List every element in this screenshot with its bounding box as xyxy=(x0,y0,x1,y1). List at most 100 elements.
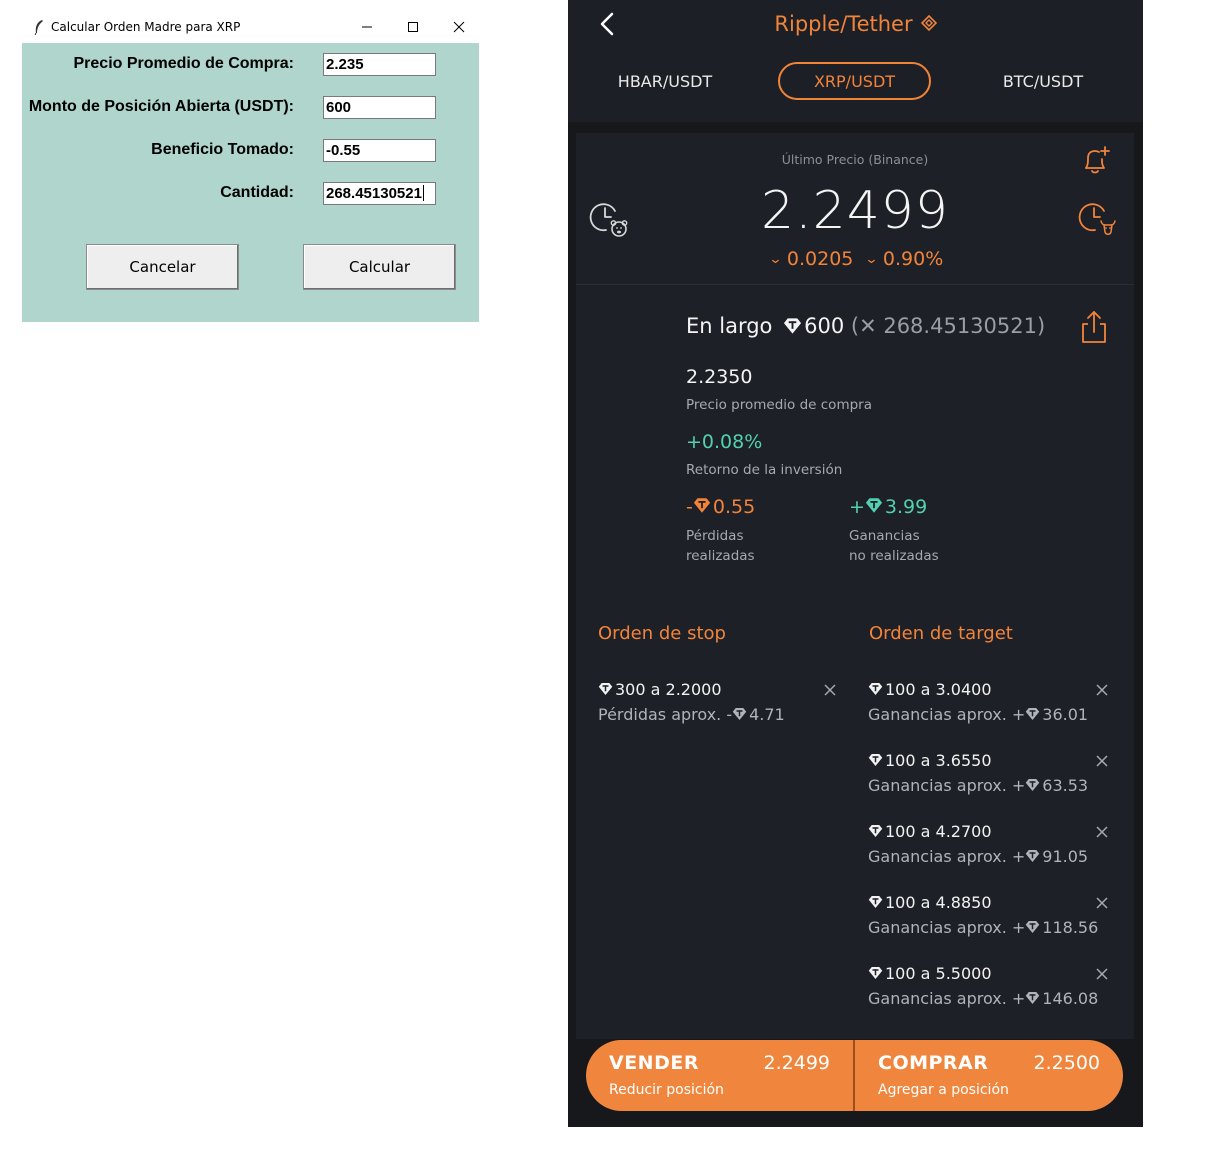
profit-taken-label: Beneficio Tomado: xyxy=(151,141,294,158)
sell-subtitle: Reducir posición xyxy=(609,1082,724,1098)
trade-actions: VENDER 2.2499 Reducir posición COMPRAR 2… xyxy=(586,1040,1123,1111)
quantity-value: 268.45130521 xyxy=(326,185,422,202)
tab-btc-usdt[interactable]: BTC/USDT xyxy=(968,62,1118,100)
diamond-dropdown-icon xyxy=(920,15,937,31)
remove-target-order-icon[interactable] xyxy=(1095,683,1109,697)
target-order-text: 100 a 4.8850 xyxy=(885,893,992,912)
stop-order-estimate: 4.71 xyxy=(749,705,785,724)
tether-gem-icon xyxy=(732,708,747,720)
tether-gem-icon xyxy=(784,318,802,334)
target-order-item[interactable]: 100 a 3.6550 Ganancias aprox. + 63.53 xyxy=(868,751,1088,795)
chevron-down-icon: ⌄ xyxy=(864,252,879,267)
target-order-estimate-label: Ganancias aprox. + xyxy=(868,776,1026,795)
stop-order-estimate-label: Pérdidas aprox. - xyxy=(598,705,733,724)
target-order-item[interactable]: 100 a 3.0400 Ganancias aprox. + 36.01 xyxy=(868,680,1088,724)
unrealized-pnl-caption-1: Ganancias xyxy=(849,528,920,544)
remove-target-order-icon[interactable] xyxy=(1095,754,1109,768)
remove-stop-order-icon[interactable] xyxy=(823,683,837,697)
pair-title-text: Ripple/Tether xyxy=(774,12,913,36)
target-order-estimate: 146.08 xyxy=(1042,989,1099,1008)
target-order-text: 100 a 4.2700 xyxy=(885,822,992,841)
price-change-pct-value: 0.90% xyxy=(882,248,944,270)
target-order-estimate: 63.53 xyxy=(1042,776,1089,795)
bull-clock-icon[interactable] xyxy=(1078,199,1120,241)
tether-gem-icon xyxy=(868,896,883,908)
remove-target-order-icon[interactable] xyxy=(1095,825,1109,839)
dialog-body: Precio Promedio de Compra: 2.235 Monto d… xyxy=(22,43,479,322)
quantity-label: Cantidad: xyxy=(220,184,294,201)
tab-hbar-usdt[interactable]: HBAR/USDT xyxy=(590,62,740,100)
close-button[interactable] xyxy=(436,10,482,43)
share-icon[interactable] xyxy=(1079,309,1109,345)
stop-order-text: 300 a 2.2000 xyxy=(615,680,722,699)
target-order-estimate-label: Ganancias aprox. + xyxy=(868,847,1026,866)
chevron-down-icon: ⌄ xyxy=(768,252,783,267)
avg-price-label: Precio Promedio de Compra: xyxy=(73,55,295,72)
trading-app-screen: Ripple/Tether HBAR/USDT XRP/USDT BTC/USD… xyxy=(568,0,1143,1127)
position-card: Último Precio (Binance) 2.2499 ⌄ 0.0205 ⌄… xyxy=(576,133,1134,1039)
target-order-item[interactable]: 100 a 4.2700 Ganancias aprox. + 91.05 xyxy=(868,822,1088,866)
position-amount: 600 xyxy=(804,314,845,338)
target-order-item[interactable]: 100 a 5.5000 Ganancias aprox. + 146.08 xyxy=(868,964,1098,1008)
unrealized-pnl-sign: + xyxy=(849,496,865,518)
tether-gem-icon xyxy=(598,683,613,695)
last-price-value: 2.2499 xyxy=(761,181,949,241)
tab-xrp-usdt[interactable]: XRP/USDT xyxy=(778,62,931,100)
calculate-button[interactable]: Calcular xyxy=(303,244,456,290)
pair-title[interactable]: Ripple/Tether xyxy=(568,12,1143,36)
close-icon xyxy=(453,21,465,32)
avg-price-input[interactable]: 2.235 xyxy=(323,53,436,76)
tether-gem-icon xyxy=(1026,992,1040,1004)
stop-order-item[interactable]: 300 a 2.2000 Pérdidas aprox. - 4.71 xyxy=(598,680,785,724)
price-change-abs: ⌄ 0.0205 xyxy=(768,248,853,270)
bell-plus-icon[interactable] xyxy=(1078,144,1112,178)
sell-label: VENDER xyxy=(609,1052,699,1074)
target-order-estimate: 118.56 xyxy=(1042,918,1099,937)
feather-icon xyxy=(34,20,43,35)
last-price-label: Último Precio (Binance) xyxy=(781,152,929,167)
avg-price-value: 2.2350 xyxy=(686,366,753,388)
target-order-heading: Orden de target xyxy=(869,623,1013,644)
target-order-item[interactable]: 100 a 4.8850 Ganancias aprox. + 118.56 xyxy=(868,893,1098,937)
target-order-estimate-label: Ganancias aprox. + xyxy=(868,989,1026,1008)
tether-gem-icon xyxy=(868,683,883,695)
open-position-label: Monto de Posición Abierta (USDT): xyxy=(28,98,294,115)
tether-gem-icon xyxy=(868,754,883,766)
realized-pnl-caption-1: Pérdidas xyxy=(686,528,744,544)
tether-gem-icon xyxy=(1026,921,1040,933)
profit-taken-input[interactable]: -0.55 xyxy=(323,139,436,162)
realized-pnl-sign: - xyxy=(686,496,693,518)
maximize-button[interactable] xyxy=(390,10,436,43)
tether-gem-icon xyxy=(868,825,883,837)
realized-pnl-caption-2: realizadas xyxy=(686,548,755,564)
tether-gem-icon xyxy=(1026,708,1040,720)
quantity-input[interactable]: 268.45130521 xyxy=(323,182,436,205)
bear-clock-icon[interactable] xyxy=(589,199,631,241)
tether-gem-icon xyxy=(868,967,883,979)
remove-target-order-icon[interactable] xyxy=(1095,967,1109,981)
calc-dialog-window: Calcular Orden Madre para XRP Precio Pro… xyxy=(22,10,479,322)
target-order-estimate-label: Ganancias aprox. + xyxy=(868,705,1026,724)
minimize-icon xyxy=(362,26,372,27)
minimize-button[interactable] xyxy=(344,10,390,43)
open-position-input[interactable]: 600 xyxy=(323,96,436,119)
title-bar: Calcular Orden Madre para XRP xyxy=(22,10,479,43)
buy-label: COMPRAR xyxy=(878,1052,989,1074)
text-caret xyxy=(422,185,424,201)
sell-button[interactable]: VENDER 2.2499 Reducir posición xyxy=(586,1040,853,1111)
tether-gem-icon xyxy=(865,498,883,513)
roi-value: +0.08% xyxy=(686,431,763,453)
realized-pnl-amount: 0.55 xyxy=(712,496,756,518)
buy-button[interactable]: COMPRAR 2.2500 Agregar a posición xyxy=(855,1040,1123,1111)
target-order-estimate: 91.05 xyxy=(1042,847,1089,866)
position-side: En largo xyxy=(686,314,773,338)
unrealized-pnl-value: +3.99 xyxy=(849,496,927,518)
avg-price-caption: Precio promedio de compra xyxy=(686,397,872,413)
price-section: Último Precio (Binance) 2.2499 ⌄ 0.0205 ⌄… xyxy=(576,133,1134,285)
position-summary: En largo 600 (✕ 268.45130521) xyxy=(686,314,1045,338)
target-order-estimate: 36.01 xyxy=(1042,705,1089,724)
cancel-button[interactable]: Cancelar xyxy=(86,244,239,290)
window-title: Calcular Orden Madre para XRP xyxy=(51,20,241,34)
sell-price: 2.2499 xyxy=(763,1052,830,1074)
remove-target-order-icon[interactable] xyxy=(1095,896,1109,910)
